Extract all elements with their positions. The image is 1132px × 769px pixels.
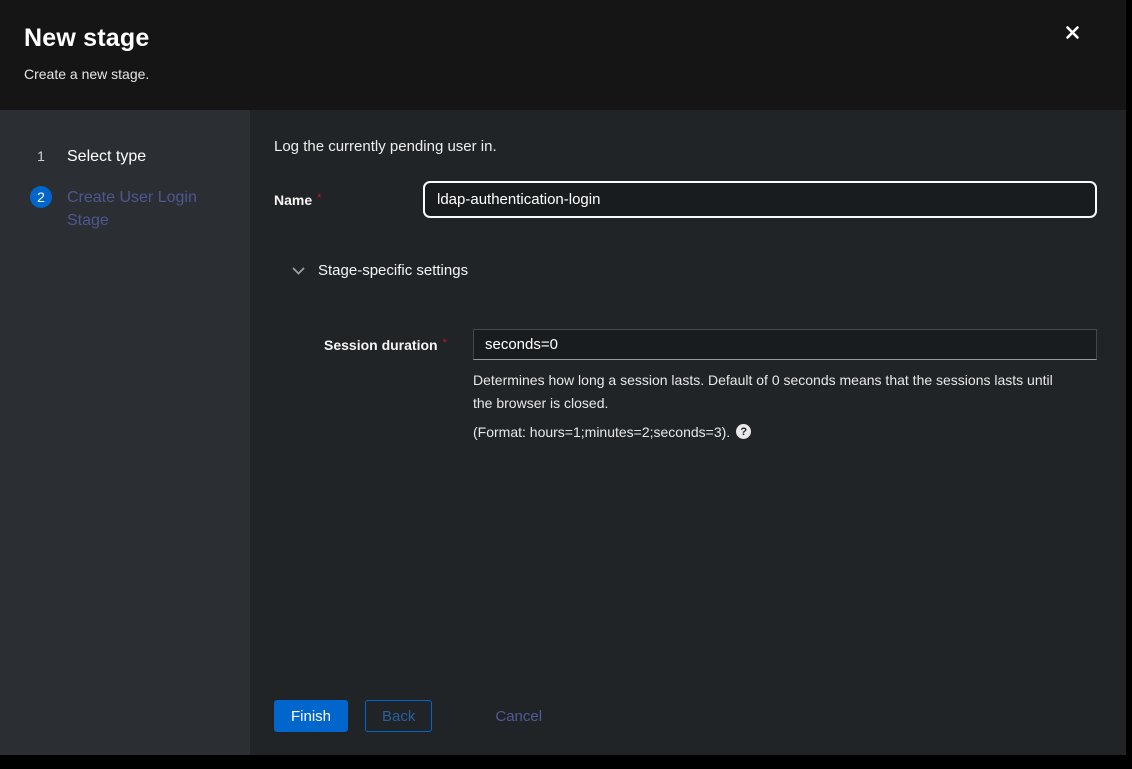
name-field-label: Name [274,192,312,208]
question-circle-icon[interactable]: ? [736,424,751,439]
name-field-row: Name * [274,181,1097,218]
step-label: Select type [67,145,146,168]
close-button[interactable] [1062,24,1082,44]
back-button[interactable]: Back [365,700,432,732]
cancel-button[interactable]: Cancel [495,708,542,725]
wizard-step-select-type[interactable]: 1 Select type [0,136,250,177]
wizard-content: Log the currently pending user in. Name *… [250,110,1126,755]
page-subtitle: Create a new stage. [24,66,1102,82]
step-label: Create User Login Stage [67,186,212,232]
close-icon [1065,25,1080,43]
required-marker: * [317,192,321,204]
step-number: 1 [30,145,52,167]
step-number-badge: 2 [30,186,52,208]
wizard-footer: Finish Back Cancel [274,700,1097,732]
stage-description: Log the currently pending user in. [274,138,1097,155]
new-stage-wizard-modal: New stage Create a new stage. 1 Select t… [0,0,1126,755]
finish-button[interactable]: Finish [274,700,348,732]
stage-specific-settings-toggle[interactable]: Stage-specific settings [274,262,1097,279]
wizard-steps-nav: 1 Select type 2 Create User Login Stage [0,110,250,755]
wizard-header: New stage Create a new stage. [0,0,1126,110]
session-duration-help-text: Determines how long a session lasts. Def… [473,369,1074,416]
session-duration-input[interactable] [473,329,1097,360]
name-input[interactable] [423,181,1097,218]
chevron-down-icon [292,267,305,275]
session-duration-label: Session duration [324,337,438,353]
required-marker: * [443,337,447,349]
session-duration-format-hint: (Format: hours=1;minutes=2;seconds=3). ? [473,424,1097,440]
stage-specific-settings-title: Stage-specific settings [318,262,468,279]
session-duration-row: Session duration * [324,329,1097,360]
stage-specific-settings-section: Session duration * Determines how long a … [324,329,1097,440]
wizard-step-create-user-login-stage[interactable]: 2 Create User Login Stage [0,177,250,241]
page-title: New stage [24,24,1102,53]
format-hint-text: (Format: hours=1;minutes=2;seconds=3). [473,424,730,440]
